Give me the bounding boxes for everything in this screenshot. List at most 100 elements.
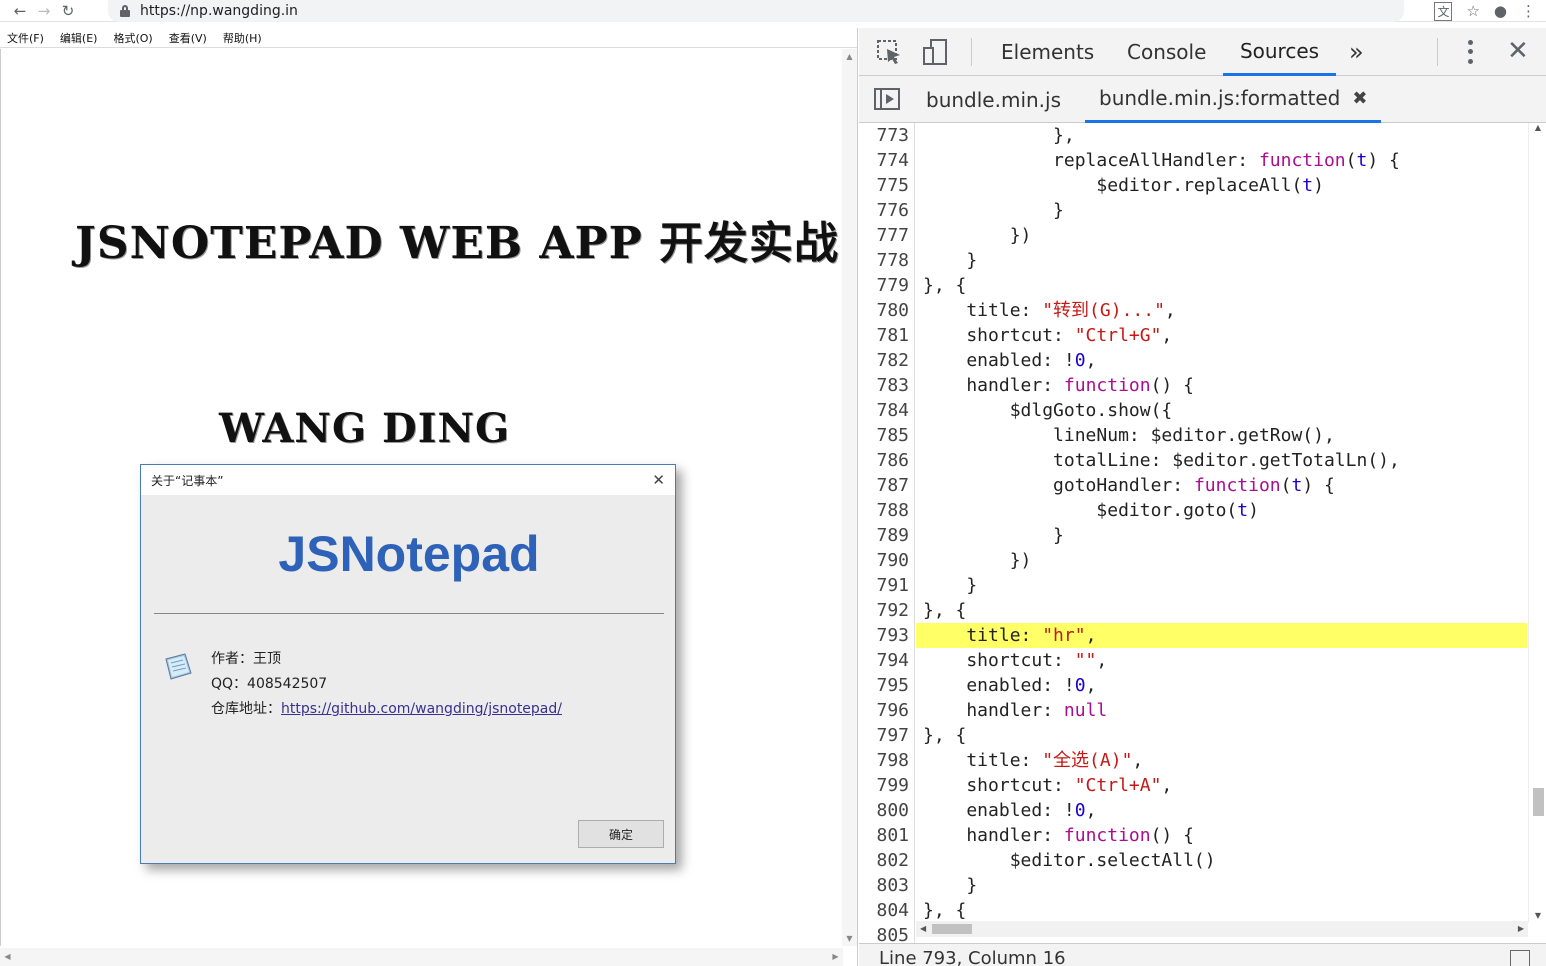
- line-number[interactable]: 791: [859, 573, 909, 598]
- line-number[interactable]: 774: [859, 148, 909, 173]
- scroll-right-icon[interactable]: ▶: [828, 948, 843, 966]
- line-number[interactable]: 786: [859, 448, 909, 473]
- line-number[interactable]: 805: [859, 923, 909, 943]
- code-line[interactable]: 795 enabled: !0,: [859, 673, 1527, 698]
- code-line[interactable]: 787 gotoHandler: function(t) {: [859, 473, 1527, 498]
- reload-icon[interactable]: ↻: [56, 0, 80, 22]
- scroll-up-icon[interactable]: ▲: [842, 49, 857, 64]
- line-number[interactable]: 794: [859, 648, 909, 673]
- scroll-down-icon[interactable]: ▼: [842, 931, 857, 946]
- code-line[interactable]: 797}, {: [859, 723, 1527, 748]
- dialog-titlebar[interactable]: 关于“记事本” ✕: [141, 465, 675, 495]
- line-number[interactable]: 781: [859, 323, 909, 348]
- code-line[interactable]: 786 totalLine: $editor.getTotalLn(),: [859, 448, 1527, 473]
- menu-view[interactable]: 查看(V): [169, 30, 207, 46]
- address-bar[interactable]: https://np.wangding.in: [108, 0, 1404, 22]
- scroll-thumb[interactable]: [932, 924, 972, 934]
- forward-icon[interactable]: →: [32, 0, 56, 22]
- menu-help[interactable]: 帮助(H): [223, 30, 262, 46]
- menu-icon[interactable]: ⋮: [1521, 2, 1536, 20]
- tab-console[interactable]: Console: [1127, 28, 1206, 76]
- scroll-thumb[interactable]: [1533, 788, 1544, 816]
- code-line[interactable]: 790 }): [859, 548, 1527, 573]
- code-line[interactable]: 799 shortcut: "Ctrl+A",: [859, 773, 1527, 798]
- line-number[interactable]: 798: [859, 748, 909, 773]
- scroll-right-icon[interactable]: ▶: [1518, 921, 1524, 937]
- code-line[interactable]: 793 title: "hr",: [859, 623, 1527, 648]
- code-vertical-scrollbar[interactable]: ▲ ▼: [1528, 123, 1546, 923]
- code-line[interactable]: 779}, {: [859, 273, 1527, 298]
- code-line[interactable]: 801 handler: function() {: [859, 823, 1527, 848]
- code-line[interactable]: 798 title: "全选(A)",: [859, 748, 1527, 773]
- line-number[interactable]: 784: [859, 398, 909, 423]
- code-line[interactable]: 792}, {: [859, 598, 1527, 623]
- repo-link[interactable]: https://github.com/wangding/jsnotepad/: [281, 701, 562, 717]
- menu-format[interactable]: 格式(O): [113, 30, 152, 46]
- line-number[interactable]: 799: [859, 773, 909, 798]
- line-number[interactable]: 797: [859, 723, 909, 748]
- scroll-left-icon[interactable]: ◀: [920, 921, 926, 937]
- code-line[interactable]: 788 $editor.goto(t): [859, 498, 1527, 523]
- code-line[interactable]: 773 },: [859, 123, 1527, 148]
- line-number[interactable]: 787: [859, 473, 909, 498]
- code-editor[interactable]: 773 }, 774 replaceAllHandler: function(t)…: [859, 123, 1546, 943]
- more-tabs-icon[interactable]: »: [1349, 28, 1364, 76]
- file-tab-bundle[interactable]: bundle.min.js: [926, 76, 1061, 123]
- back-icon[interactable]: ←: [8, 0, 32, 22]
- tab-elements[interactable]: Elements: [1001, 28, 1094, 76]
- translate-icon[interactable]: 文: [1434, 1, 1453, 21]
- tab-sources[interactable]: Sources: [1223, 28, 1336, 76]
- line-number[interactable]: 800: [859, 798, 909, 823]
- devtools-close-icon[interactable]: ✕: [1507, 36, 1529, 66]
- line-number[interactable]: 789: [859, 523, 909, 548]
- code-line[interactable]: 780 title: "转到(G)...",: [859, 298, 1527, 323]
- file-tab-formatted[interactable]: bundle.min.js:formatted ✖: [1085, 76, 1382, 123]
- line-number[interactable]: 775: [859, 173, 909, 198]
- line-number[interactable]: 782: [859, 348, 909, 373]
- code-line[interactable]: 803 }: [859, 873, 1527, 898]
- menu-file[interactable]: 文件(F): [7, 30, 44, 46]
- code-horizontal-scrollbar[interactable]: ◀ ▶: [916, 921, 1528, 937]
- line-number[interactable]: 788: [859, 498, 909, 523]
- code-line[interactable]: 789 }: [859, 523, 1527, 548]
- line-number[interactable]: 783: [859, 373, 909, 398]
- code-line[interactable]: 791 }: [859, 573, 1527, 598]
- line-number[interactable]: 773: [859, 123, 909, 148]
- star-icon[interactable]: ☆: [1466, 2, 1479, 20]
- code-line[interactable]: 776 }: [859, 198, 1527, 223]
- line-number[interactable]: 778: [859, 248, 909, 273]
- code-line[interactable]: 785 lineNum: $editor.getRow(),: [859, 423, 1527, 448]
- ok-button[interactable]: 确定: [578, 820, 664, 848]
- close-icon[interactable]: ✕: [652, 472, 665, 488]
- line-number[interactable]: 790: [859, 548, 909, 573]
- device-toggle-icon[interactable]: [921, 38, 949, 66]
- line-number[interactable]: 802: [859, 848, 909, 873]
- scroll-down-icon[interactable]: ▼: [1529, 911, 1546, 923]
- line-number[interactable]: 777: [859, 223, 909, 248]
- scroll-left-icon[interactable]: ◀: [0, 948, 15, 966]
- close-file-icon[interactable]: ✖: [1352, 88, 1367, 109]
- line-number[interactable]: 793: [859, 623, 909, 648]
- code-line[interactable]: 802 $editor.selectAll(): [859, 848, 1527, 873]
- scroll-up-icon[interactable]: ▲: [1529, 123, 1546, 135]
- line-number[interactable]: 796: [859, 698, 909, 723]
- line-number[interactable]: 779: [859, 273, 909, 298]
- code-line[interactable]: 778 }: [859, 248, 1527, 273]
- navigator-toggle-icon[interactable]: [873, 87, 901, 111]
- code-line[interactable]: 774 replaceAllHandler: function(t) {: [859, 148, 1527, 173]
- devtools-menu-icon[interactable]: [1467, 38, 1473, 66]
- code-line[interactable]: 777 }): [859, 223, 1527, 248]
- horizontal-scrollbar[interactable]: ◀ ▶: [0, 948, 843, 966]
- code-line[interactable]: 784 $dlgGoto.show({: [859, 398, 1527, 423]
- line-number[interactable]: 803: [859, 873, 909, 898]
- line-number[interactable]: 795: [859, 673, 909, 698]
- vertical-scrollbar[interactable]: ▲ ▼: [842, 49, 857, 946]
- line-number[interactable]: 776: [859, 198, 909, 223]
- line-number[interactable]: 804: [859, 898, 909, 923]
- menu-edit[interactable]: 编辑(E): [60, 30, 98, 46]
- code-line[interactable]: 794 shortcut: "",: [859, 648, 1527, 673]
- code-line[interactable]: 781 shortcut: "Ctrl+G",: [859, 323, 1527, 348]
- code-line[interactable]: 796 handler: null: [859, 698, 1527, 723]
- code-line[interactable]: 800 enabled: !0,: [859, 798, 1527, 823]
- account-icon[interactable]: ●: [1494, 2, 1507, 20]
